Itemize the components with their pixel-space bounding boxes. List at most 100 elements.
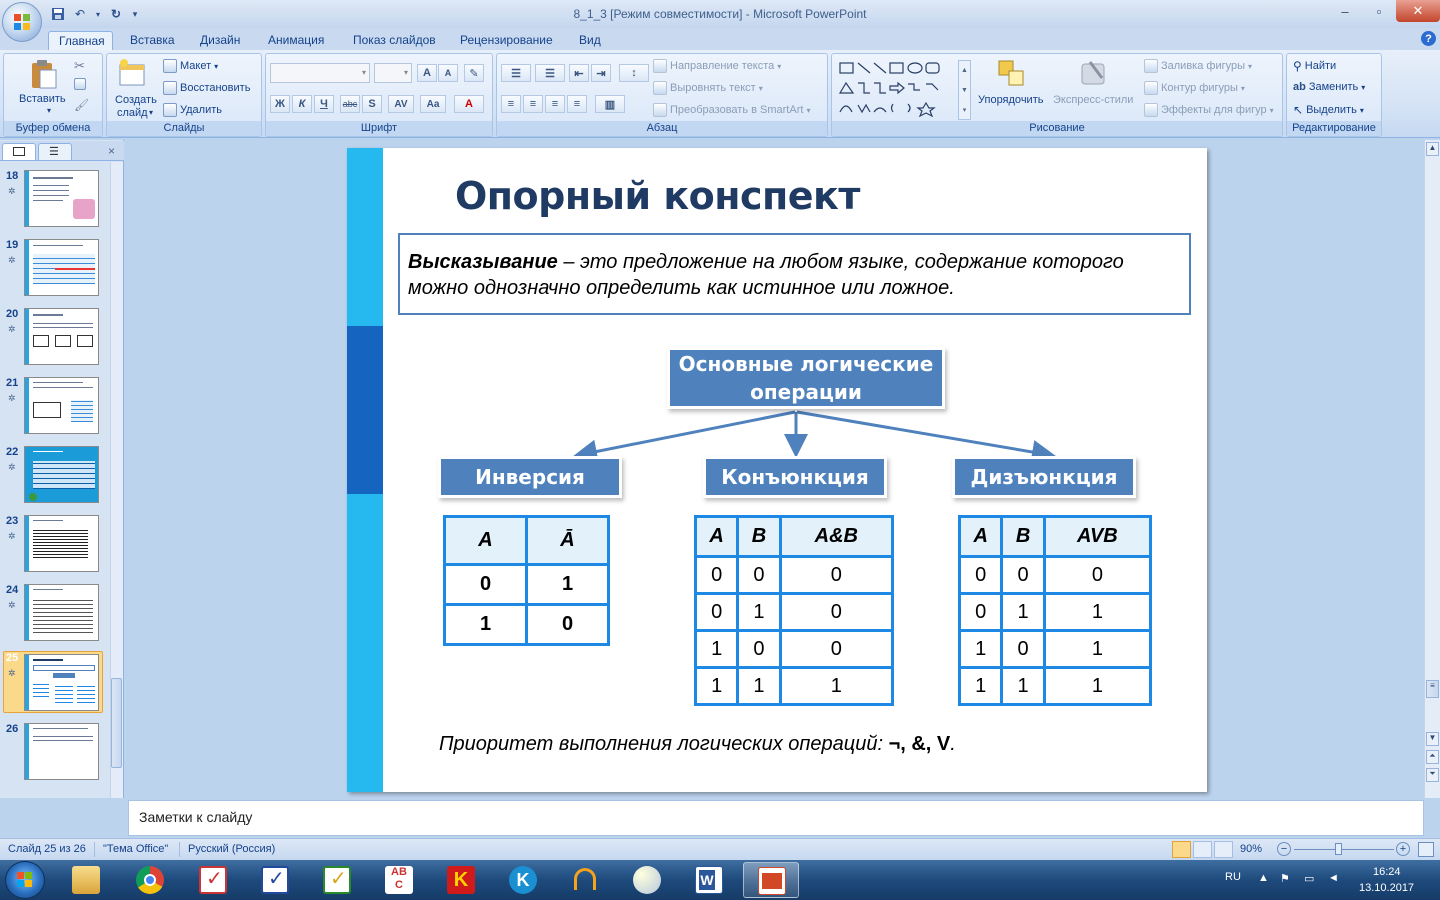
maximize-icon[interactable]: ▫ (1362, 0, 1396, 22)
cut-icon[interactable]: ✂ (74, 58, 85, 74)
slide-thumbnail-selected[interactable]: 25 ✲ (3, 651, 103, 713)
numbering-icon[interactable]: ☰ (535, 64, 565, 82)
delete-slide-button[interactable]: Удалить (163, 103, 222, 117)
notes-pane[interactable]: Заметки к слайду (128, 800, 1424, 836)
taskbar-app-audio[interactable] (557, 862, 613, 898)
italic-button[interactable]: К (292, 95, 312, 113)
vertical-scrollbar[interactable]: ▲ ≡ ▼ ⏶ ⏷ (1424, 140, 1440, 798)
input-language[interactable]: RU (1225, 871, 1241, 883)
increase-indent-icon[interactable]: ⇥ (591, 64, 611, 82)
paste-button[interactable]: Вставить (19, 93, 66, 105)
slideshow-view-icon[interactable] (1214, 841, 1233, 858)
grow-font-icon[interactable]: A (417, 64, 437, 82)
zoom-in-icon[interactable]: + (1396, 842, 1410, 856)
start-button[interactable] (5, 861, 45, 899)
clock-time[interactable]: 16:24 (1373, 866, 1401, 878)
slide-thumbnail[interactable]: 21 ✲ (4, 377, 108, 437)
next-slide-icon[interactable]: ⏷ (1426, 768, 1439, 782)
slide-thumbnail[interactable]: 23 ✲ (4, 515, 108, 575)
decrease-indent-icon[interactable]: ⇤ (569, 64, 589, 82)
theme-name[interactable]: "Тема Office" (103, 843, 168, 855)
text-direction-button[interactable]: Направление текста ▾ (653, 59, 781, 73)
fit-window-icon[interactable] (1418, 842, 1434, 857)
taskbar-app-paint[interactable] (619, 862, 675, 898)
shapes-scroll[interactable]: ▲ ▼ ▾ (958, 60, 971, 120)
scroll-down-icon[interactable]: ▼ (1426, 732, 1439, 746)
find-button[interactable]: ⚲ Найти (1293, 59, 1336, 73)
pane-close-icon[interactable]: × (108, 144, 115, 158)
taskbar-app-check-blue[interactable]: ✓ (247, 862, 303, 898)
underline-button[interactable]: Ч (314, 95, 334, 113)
disjunction-box[interactable]: Дизъюнкция (955, 459, 1133, 495)
shadow-button[interactable]: S (362, 95, 382, 113)
shape-outline-button[interactable]: Контур фигуры ▾ (1144, 81, 1245, 95)
arrange-button[interactable]: Упорядочить (978, 94, 1043, 106)
language-status[interactable]: Русский (Россия) (188, 843, 275, 855)
columns-icon[interactable]: ▥ (595, 95, 625, 113)
align-center-icon[interactable]: ≡ (523, 95, 543, 113)
normal-view-icon[interactable] (1172, 841, 1191, 858)
copy-icon[interactable] (74, 78, 86, 90)
taskbar-explorer[interactable] (58, 862, 114, 898)
paste-dropdown-icon[interactable]: ▾ (47, 106, 51, 115)
change-case-button[interactable]: Aa (420, 95, 446, 113)
tab-design[interactable]: Дизайн (190, 31, 250, 50)
tray-expand-icon[interactable]: ▲ (1258, 872, 1269, 884)
new-slide-button[interactable]: Создать (115, 94, 157, 106)
tab-animation[interactable]: Анимация (258, 31, 334, 50)
taskbar-app-kaspersky[interactable]: K (495, 862, 551, 898)
tab-review[interactable]: Рецензирование (450, 31, 563, 50)
conjunction-box[interactable]: Конъюнкция (706, 459, 884, 495)
shape-fill-button[interactable]: Заливка фигуры ▾ (1144, 59, 1252, 73)
shape-effects-button[interactable]: Эффекты для фигур ▾ (1144, 103, 1274, 117)
priority-text[interactable]: Приоритет выполнения логических операций… (439, 733, 956, 756)
spacing-button[interactable]: AV (388, 95, 414, 113)
select-button[interactable]: ↖ Выделить ▾ (1293, 103, 1364, 117)
slide-thumbnail[interactable]: 19 ✲ (4, 239, 108, 299)
tab-slideshow[interactable]: Показ слайдов (343, 31, 446, 50)
taskbar-app-check-green[interactable]: ✓ (309, 862, 365, 898)
strikethrough-button[interactable]: abc (340, 95, 360, 113)
font-name-input[interactable]: ▾ (270, 63, 370, 83)
slide-thumbnail[interactable]: 24 ✲ (4, 584, 108, 644)
tab-insert[interactable]: Вставка (120, 31, 185, 50)
inversion-box[interactable]: Инверсия (441, 459, 619, 495)
new-slide-dropdown-icon[interactable]: ▾ (149, 108, 153, 117)
taskbar-powerpoint[interactable] (743, 862, 799, 898)
network-icon[interactable]: ▭ (1304, 872, 1314, 885)
replace-button[interactable]: ab Заменить ▾ (1293, 81, 1365, 93)
layout-button[interactable]: Макет ▾ (163, 59, 218, 73)
inversion-table[interactable]: AĀ 01 10 (443, 515, 610, 646)
minimize-icon[interactable]: – (1328, 0, 1362, 22)
tab-home[interactable]: Главная (48, 31, 113, 50)
zoom-slider-track[interactable] (1294, 849, 1394, 850)
slides-tab-icon[interactable] (2, 143, 36, 160)
tab-view[interactable]: Вид (569, 31, 611, 50)
align-text-button[interactable]: Выровнять текст ▾ (653, 81, 763, 95)
quick-styles-button[interactable]: Экспресс-стили (1053, 94, 1133, 106)
taskbar-app-abc[interactable]: AB C (371, 862, 427, 898)
conjunction-table[interactable]: A B A&B 000 010 100 111 (693, 515, 895, 706)
format-painter-icon[interactable]: 🖌 (74, 98, 89, 112)
font-size-input[interactable]: ▾ (374, 63, 412, 83)
volume-icon[interactable]: ◄ (1328, 872, 1339, 884)
clock-date[interactable]: 13.10.2017 (1359, 882, 1414, 894)
align-right-icon[interactable]: ≡ (545, 95, 565, 113)
scroll-thumb[interactable]: ≡ (1426, 680, 1439, 698)
smartart-button[interactable]: Преобразовать в SmartArt ▾ (653, 103, 810, 117)
close-icon[interactable]: ✕ (1396, 0, 1440, 22)
taskbar-chrome[interactable] (122, 862, 178, 898)
shrink-font-icon[interactable]: A (438, 64, 458, 82)
taskbar-app-check-red[interactable]: ✓ (185, 862, 241, 898)
zoom-level[interactable]: 90% (1240, 843, 1262, 855)
scroll-up-icon[interactable]: ▲ (1426, 142, 1439, 156)
slides-pane-scroll-thumb[interactable] (111, 678, 122, 768)
slide-thumbnail[interactable]: 20 ✲ (4, 308, 108, 368)
outline-tab-icon[interactable]: ☰ (38, 143, 72, 160)
shapes-gallery-icon[interactable] (838, 60, 958, 120)
slide-thumbnail[interactable]: 22 ✲ (4, 446, 108, 506)
slide-thumbnail[interactable]: 26 (4, 723, 108, 783)
bold-button[interactable]: Ж (270, 95, 290, 113)
flag-icon[interactable]: ⚑ (1280, 872, 1290, 885)
sorter-view-icon[interactable] (1193, 841, 1212, 858)
